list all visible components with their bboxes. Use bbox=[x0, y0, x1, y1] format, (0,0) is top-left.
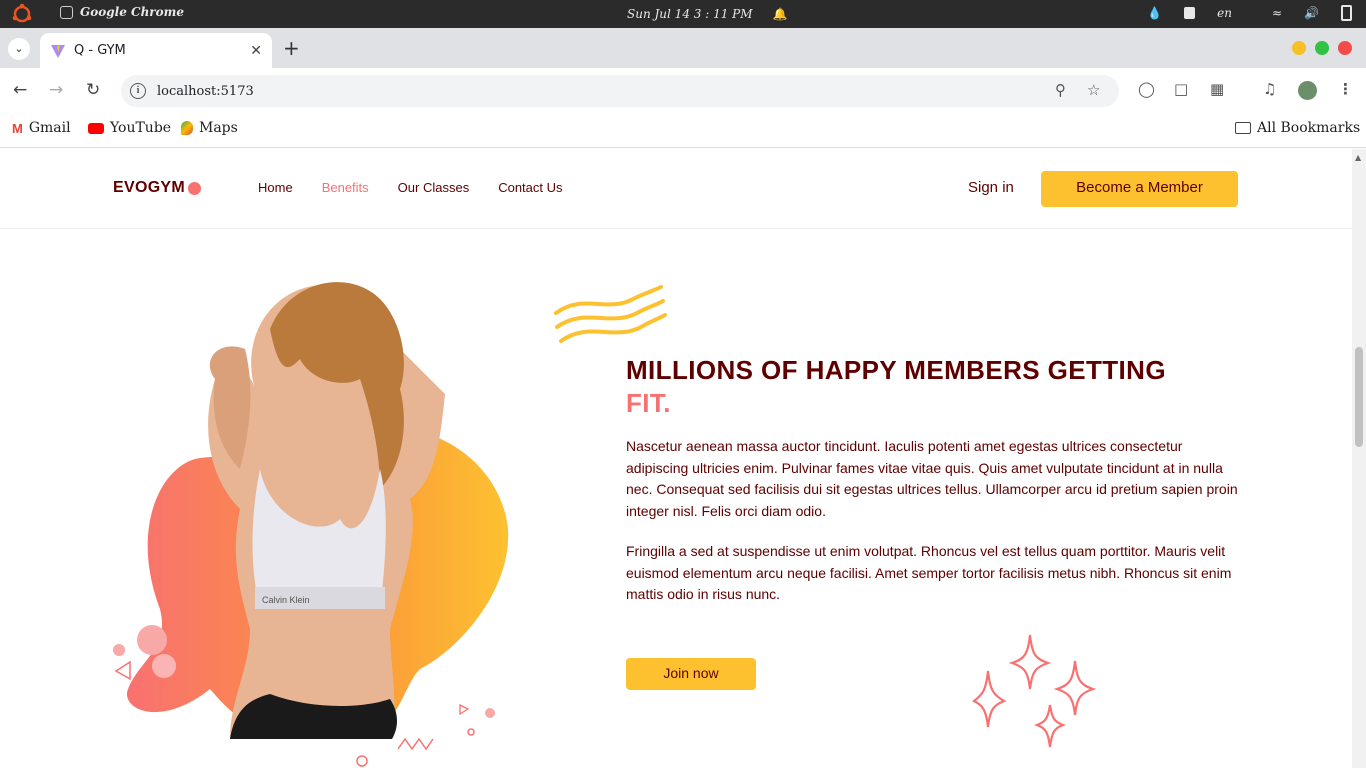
chrome-app-icon bbox=[60, 5, 73, 19]
clock-text: Sun Jul 14 3 : 11 PM bbox=[627, 7, 753, 21]
menu-icon[interactable]: ⋮ bbox=[1338, 80, 1353, 98]
media-control-icon[interactable]: ♫ bbox=[1263, 80, 1276, 98]
heading-main-text: MILLIONS OF HAPPY MEMBERS GETTING bbox=[626, 355, 1166, 385]
active-app[interactable]: Google Chrome bbox=[60, 5, 184, 19]
os-top-bar: Google Chrome Sun Jul 14 3 : 11 PM 🔔 💧 e… bbox=[0, 0, 1366, 28]
puzzle-icon[interactable]: ▦ bbox=[1210, 80, 1224, 98]
sign-in-link[interactable]: Sign in bbox=[968, 179, 1014, 196]
bookmark-star-icon[interactable]: ☆ bbox=[1087, 81, 1100, 99]
decor-circle bbox=[485, 708, 495, 718]
close-window-button[interactable] bbox=[1338, 41, 1352, 55]
nav-link-our-classes[interactable]: Our Classes bbox=[398, 180, 470, 195]
gmail-icon: M bbox=[12, 120, 23, 136]
folder-icon bbox=[1235, 122, 1251, 134]
bookmark-maps-label: Maps bbox=[199, 120, 238, 136]
site-logo[interactable]: EVOGYM bbox=[113, 179, 185, 197]
profile-avatar[interactable] bbox=[1298, 81, 1317, 100]
scrollbar-thumb[interactable] bbox=[1355, 347, 1363, 447]
scroll-up-arrow-icon[interactable]: ▲ bbox=[1355, 153, 1361, 162]
clock[interactable]: Sun Jul 14 3 : 11 PM 🔔 bbox=[627, 7, 787, 21]
zoom-icon[interactable]: ⚲ bbox=[1055, 81, 1066, 99]
decor-circle bbox=[356, 755, 368, 767]
forward-arrow-icon[interactable]: → bbox=[49, 80, 63, 100]
bookmark-gmail[interactable]: M Gmail bbox=[12, 120, 71, 136]
nav-link-benefits[interactable]: Benefits bbox=[322, 180, 369, 195]
active-app-name: Google Chrome bbox=[80, 5, 184, 19]
become-member-button[interactable]: Become a Member bbox=[1041, 171, 1238, 207]
hero-illustration: Calvin Klein bbox=[113, 282, 509, 767]
maps-icon bbox=[181, 121, 193, 135]
ubuntu-logo-icon[interactable] bbox=[11, 3, 33, 25]
page-viewport: EVOGYM Home Benefits Our Classes Contact… bbox=[0, 149, 1352, 768]
bookmarks-bar: M Gmail YouTube Maps All Bookmarks bbox=[0, 112, 1366, 148]
nav-link-contact-us[interactable]: Contact Us bbox=[498, 180, 562, 195]
bookmark-gmail-label: Gmail bbox=[28, 120, 71, 136]
close-tab-icon[interactable]: ✕ bbox=[250, 43, 262, 59]
wifi-icon[interactable]: ≈ bbox=[1272, 6, 1282, 20]
back-arrow-icon[interactable]: ← bbox=[13, 80, 27, 100]
decor-triangle bbox=[114, 660, 131, 681]
vite-favicon-icon bbox=[51, 44, 65, 58]
volume-icon[interactable]: 🔊 bbox=[1304, 6, 1319, 20]
clipboard-icon[interactable] bbox=[1184, 7, 1196, 19]
decor-circle bbox=[113, 644, 125, 656]
wave-decoration bbox=[554, 285, 667, 343]
site-navbar: EVOGYM Home Benefits Our Classes Contact… bbox=[0, 149, 1352, 229]
tab-strip: ⌄ Q - GYM ✕ + bbox=[0, 28, 1366, 68]
maximize-button[interactable] bbox=[1315, 41, 1329, 55]
minimize-button[interactable] bbox=[1292, 41, 1306, 55]
all-bookmarks[interactable]: All Bookmarks bbox=[1235, 120, 1360, 136]
decor-zigzag bbox=[397, 737, 434, 751]
paragraph-2: Fringilla a sed at suspendisse ut enim v… bbox=[626, 543, 1232, 602]
language-indicator[interactable]: en bbox=[1217, 6, 1232, 20]
nav-link-home[interactable]: Home bbox=[258, 180, 293, 195]
bookmark-youtube[interactable]: YouTube bbox=[88, 120, 171, 136]
url-text[interactable]: localhost:5173 bbox=[157, 84, 254, 99]
bra-band-text: Calvin Klein bbox=[262, 595, 310, 605]
sparkles-decoration bbox=[971, 634, 1097, 748]
browser-tab[interactable]: Q - GYM ✕ bbox=[40, 33, 272, 68]
bookmark-youtube-label: YouTube bbox=[110, 120, 172, 136]
battery-icon[interactable] bbox=[1341, 5, 1352, 21]
bookmark-maps[interactable]: Maps bbox=[181, 120, 238, 136]
address-bar[interactable]: i localhost:5173 ⚲ ☆ bbox=[121, 75, 1119, 107]
section-heading: MILLIONS OF HAPPY MEMBERS GETTING FIT. bbox=[626, 354, 1166, 420]
extension-icon[interactable]: ◯ bbox=[1138, 80, 1155, 98]
screenshot-icon[interactable]: □ bbox=[1174, 80, 1188, 98]
decor-triangle bbox=[459, 703, 470, 716]
system-tray: 💧 en ≈ 🔊 bbox=[1147, 5, 1352, 21]
browser-toolbar: ← → ↻ i localhost:5173 ⚲ ☆ ◯ □ ▦ ♫ ⋮ bbox=[0, 68, 1366, 112]
decor-circle bbox=[152, 654, 176, 678]
site-info-icon[interactable]: i bbox=[130, 83, 146, 99]
youtube-icon bbox=[88, 122, 104, 134]
window-controls bbox=[1292, 41, 1352, 55]
all-bookmarks-label: All Bookmarks bbox=[1257, 120, 1361, 136]
join-now-button[interactable]: Join now bbox=[626, 658, 756, 690]
paragraph-1: Nascetur aenean massa auctor tincidunt. … bbox=[626, 438, 1238, 519]
notification-bell-icon: 🔔 bbox=[772, 7, 788, 21]
page-scrollbar[interactable]: ▲ bbox=[1352, 149, 1366, 768]
site-nav-links: Home Benefits Our Classes Contact Us bbox=[258, 180, 563, 195]
decor-circle bbox=[467, 728, 475, 736]
heading-accent-text: FIT. bbox=[626, 388, 671, 418]
reload-icon[interactable]: ↻ bbox=[86, 80, 100, 100]
tab-title: Q - GYM bbox=[74, 43, 126, 58]
decor-circle bbox=[137, 625, 167, 655]
tab-search-button[interactable]: ⌄ bbox=[8, 38, 30, 60]
new-tab-button[interactable]: + bbox=[283, 36, 300, 60]
logo-dot bbox=[188, 182, 201, 195]
drop-icon[interactable]: 💧 bbox=[1147, 6, 1162, 20]
